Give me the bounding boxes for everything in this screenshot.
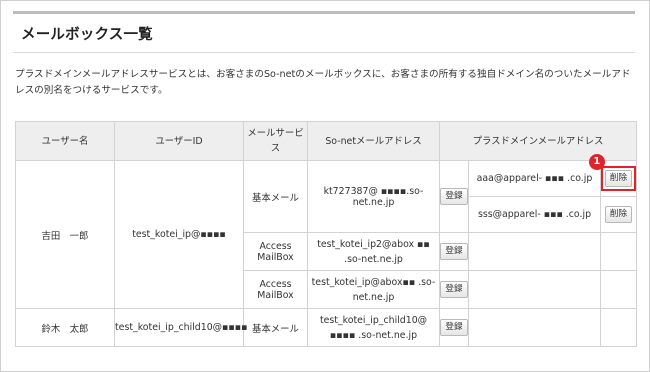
table-row: 鈴木 太郎 test_kotei_ip_child10@▪▪▪▪ 基本メール t…: [15, 308, 638, 347]
plus-address-cell: [468, 270, 601, 309]
register-cell: 登録: [439, 270, 469, 309]
user-id-cell: test_kotei_ip_child10@▪▪▪▪: [114, 308, 247, 347]
col-header-user-name: ユーザー名: [15, 121, 115, 161]
mail-service-cell: Access MailBox: [243, 232, 308, 271]
delete-cell: 削除: [599, 196, 638, 233]
page-header: メールボックス一覧: [13, 11, 635, 53]
delete-cell: [599, 308, 638, 347]
register-button[interactable]: 登録: [440, 243, 468, 260]
plus-address-cell: aaa@apparel- ▪▪▪ .co.jp: [468, 160, 601, 197]
mail-service-cell: 基本メール: [243, 160, 308, 233]
mailbox-table: ユーザー名 ユーザーID メールサービス So-netメールアドレス プラスドメ…: [15, 121, 638, 347]
plus-address-cell: [468, 308, 601, 347]
sonet-address-cell: test_kotei_ip_child10@ ▪▪▪▪ .so-net.ne.j…: [307, 308, 440, 347]
register-button[interactable]: 登録: [440, 188, 468, 205]
table-row: 吉田 一郎 test_kotei_ip@▪▪▪▪ 基本メール kt727387@…: [15, 154, 638, 309]
user-name-cell: 吉田 一郎: [15, 160, 115, 309]
sonet-address-cell: test_kotei_ip2@abox ▪▪ .so-net.ne.jp: [307, 232, 440, 271]
mail-service-cell: 基本メール: [243, 308, 308, 347]
callout-badge: 1: [588, 154, 605, 170]
delete-cell: 削除 1: [588, 154, 638, 197]
register-cell: 登録: [439, 232, 469, 271]
highlight-box: [600, 166, 637, 191]
plus-address-cell: sss@apparel- ▪▪▪ .co.jp: [468, 196, 601, 233]
col-header-sonet-address: So-netメールアドレス: [307, 121, 440, 161]
sonet-address-cell: test_kotei_ip@abox▪▪ .so-net.ne.jp: [307, 270, 440, 309]
col-header-mail-service: メールサービス: [243, 121, 308, 161]
delete-button-wrap: 削除 1: [588, 154, 637, 191]
page-description: プラスドメインメールアドレスサービスとは、お客さまのSo-netのメールボックス…: [15, 69, 631, 96]
register-button[interactable]: 登録: [440, 319, 468, 336]
page-title: メールボックス一覧: [21, 27, 153, 43]
user-name-cell: 鈴木 太郎: [15, 308, 115, 347]
register-cell: 登録: [439, 160, 469, 233]
plus-address-cell: [468, 232, 601, 271]
delete-button[interactable]: 削除: [604, 206, 633, 223]
table-header-row: ユーザー名 ユーザーID メールサービス So-netメールアドレス プラスドメ…: [15, 121, 638, 161]
mail-service-cell: Access MailBox: [243, 270, 308, 309]
content-panel: メールボックス一覧 プラスドメインメールアドレスサービスとは、お客さまのSo-n…: [0, 0, 650, 372]
col-header-plus-address: プラスドメインメールアドレス: [438, 121, 638, 161]
col-header-user-id: ユーザーID: [114, 121, 244, 161]
register-button[interactable]: 登録: [440, 281, 468, 298]
register-cell: 登録: [439, 308, 469, 347]
delete-cell: [599, 270, 638, 309]
user-id-cell: test_kotei_ip@▪▪▪▪: [114, 160, 244, 309]
sonet-address-cell: kt727387@ ▪▪▪▪.so-net.ne.jp: [307, 160, 440, 233]
delete-cell: [599, 232, 638, 271]
